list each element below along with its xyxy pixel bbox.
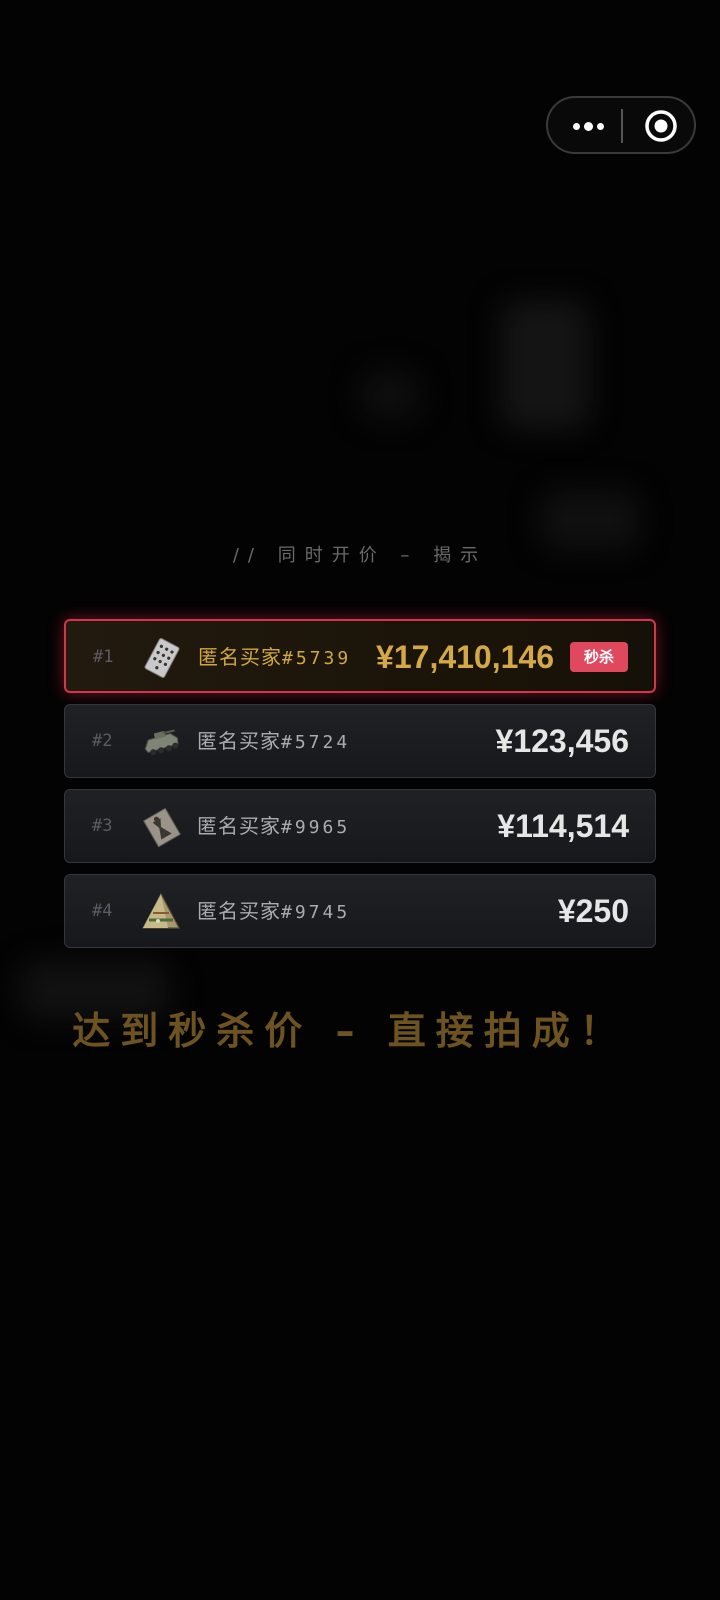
buyer-label: 匿名买家#9965 — [197, 790, 350, 864]
rank-label: #4 — [92, 901, 113, 921]
miniprogram-capsule — [546, 96, 696, 154]
rank-label: #1 — [93, 647, 114, 667]
buyer-label: 匿名买家#5739 — [198, 621, 351, 695]
more-dots-icon[interactable] — [566, 112, 610, 140]
bid-row-1[interactable]: #1 匿名买家#5739 ¥17,410,146 秒杀 — [64, 619, 656, 693]
target-close-icon[interactable] — [644, 109, 678, 143]
bid-price: ¥250 — [557, 893, 629, 929]
buyer-name: 匿名买家 — [198, 645, 282, 669]
poster-icon — [142, 807, 181, 848]
buyer-number: #9745 — [281, 902, 351, 923]
slogan-text: 达到秒杀价 – 直接拍成！ — [72, 1009, 628, 1053]
bid-price: ¥123,456 — [495, 723, 629, 759]
bid-row-2[interactable]: #2 匿名买家#5724 ¥123,456 — [64, 704, 656, 778]
rank-label: #2 — [92, 731, 113, 751]
background-shape — [500, 300, 590, 430]
bid-row-4[interactable]: #4 匿名买家#9745 ¥250 — [64, 874, 656, 948]
section-label: // 同时开价 – 揭示 — [232, 545, 488, 566]
buyer-number: #5724 — [281, 732, 351, 753]
flash-sale-badge: 秒杀 — [570, 642, 628, 672]
bid-row-3[interactable]: #3 匿名买家#9965 ¥114,514 — [64, 789, 656, 863]
bid-price: ¥114,514 — [497, 808, 629, 844]
buyer-name: 匿名买家 — [197, 814, 281, 838]
buyer-name: 匿名买家 — [197, 729, 281, 753]
buyer-name: 匿名买家 — [197, 899, 281, 923]
capsule-divider — [621, 109, 623, 143]
buyer-number: #9965 — [281, 817, 351, 838]
bid-list: #1 匿名买家#5739 ¥17,410,146 秒杀 #2 匿名买家#5724… — [64, 619, 656, 959]
playing-card-icon — [144, 638, 180, 678]
buyer-label: 匿名买家#5724 — [197, 705, 350, 779]
buyer-number: #5739 — [282, 648, 352, 669]
armored-vehicle-icon — [144, 729, 179, 756]
bid-price: ¥17,410,146 — [376, 639, 554, 675]
buyer-label: 匿名买家#9745 — [197, 875, 350, 949]
background-shape — [360, 370, 420, 420]
rank-label: #3 — [92, 816, 113, 836]
pyramid-icon — [142, 892, 180, 929]
